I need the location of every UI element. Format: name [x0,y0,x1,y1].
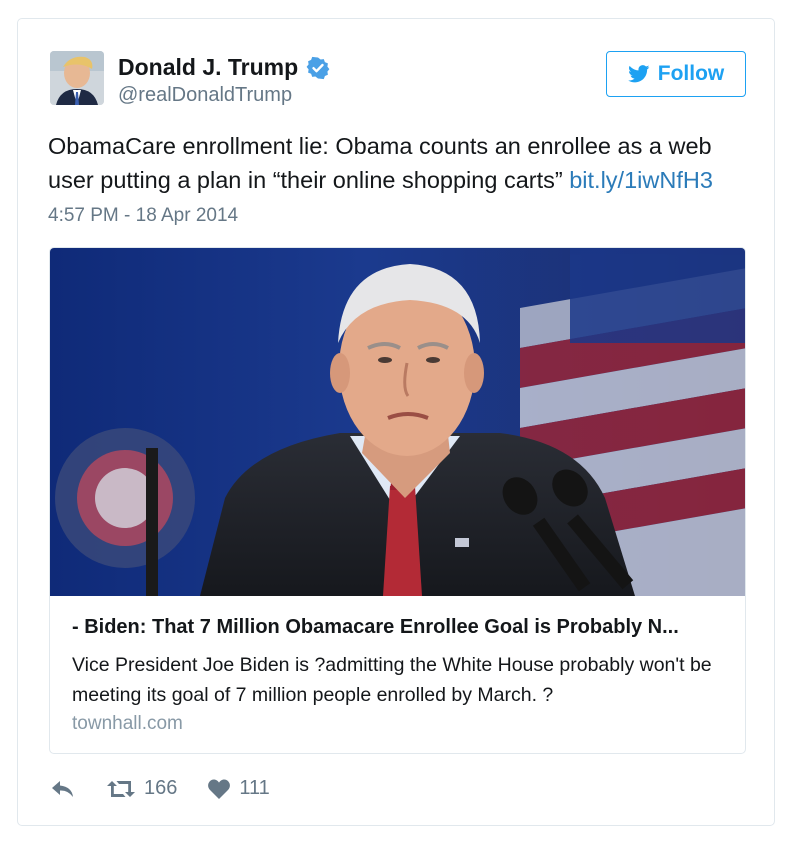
avatar[interactable] [50,51,104,105]
display-name-text: Donald J. Trump [118,54,299,80]
display-name[interactable]: Donald J. Trump [118,54,330,81]
tweet-text: ObamaCare enrollment lie: Obama counts a… [48,129,748,197]
reply-icon [52,780,73,797]
heart-icon [208,778,231,799]
reply-button[interactable] [50,778,76,800]
follow-button[interactable]: Follow [606,51,746,97]
like-button[interactable]: 111 [207,777,270,800]
card-domain: townhall.com [72,713,183,734]
card-description: Vice President Joe Biden is ?admitting t… [72,654,712,706]
card-image [50,248,745,596]
link-preview-card[interactable]: - Biden: That 7 Million Obamacare Enroll… [49,247,746,754]
retweet-count: 166 [144,777,178,799]
tweet-card: Donald J. Trump @realDonaldTrump Follow … [17,18,775,826]
tweet-link[interactable]: bit.ly/1iwNfH3 [569,167,713,193]
user-handle[interactable]: @realDonaldTrump [118,84,292,107]
card-title: - Biden: That 7 Million Obamacare Enroll… [72,616,679,638]
avatar-portrait-icon [50,51,104,105]
follow-label: Follow [657,62,725,85]
tweet-timestamp[interactable]: 4:57 PM - 18 Apr 2014 [48,205,238,227]
like-count: 111 [239,777,270,799]
twitter-bird-icon [627,65,650,83]
retweet-icon [107,780,135,797]
tweet-actions: 166 111 [50,777,270,800]
retweet-button[interactable]: 166 [106,777,177,800]
verified-badge-icon [306,56,330,80]
